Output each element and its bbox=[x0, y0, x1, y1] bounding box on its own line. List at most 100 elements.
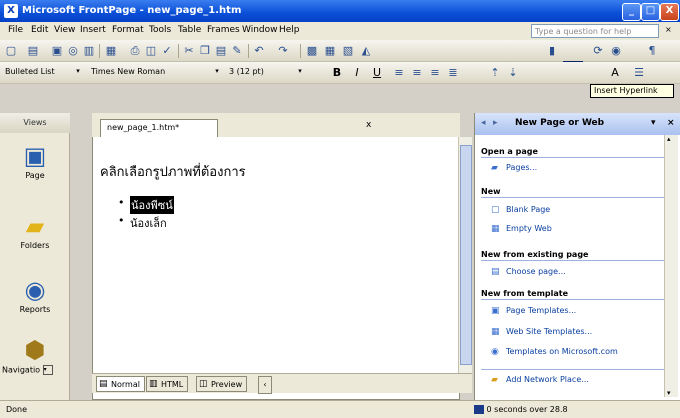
open-icon[interactable]: ▤ bbox=[26, 44, 40, 58]
refresh-icon[interactable]: ⟳ bbox=[591, 44, 605, 58]
undo-icon[interactable]: ↶ bbox=[252, 44, 266, 58]
toolbar-separator bbox=[248, 44, 249, 58]
increase-font-icon[interactable]: ⇡ bbox=[488, 66, 502, 80]
scroll-up-icon[interactable]: ▴ bbox=[667, 135, 671, 143]
link-templates-microsoft[interactable]: ◉ Templates on Microsoft.com bbox=[491, 347, 618, 357]
link-text[interactable]: Empty Web bbox=[506, 224, 552, 233]
link-page-templates[interactable]: ▣ Page Templates... bbox=[491, 306, 576, 316]
page-editor[interactable] bbox=[92, 113, 460, 400]
print-icon[interactable]: ⎙ bbox=[128, 44, 142, 58]
link-text[interactable]: Page Templates... bbox=[506, 306, 576, 315]
view-folders[interactable]: ▰ Folders bbox=[0, 211, 70, 250]
justify-icon[interactable]: ≣ bbox=[446, 66, 460, 80]
view-reports[interactable]: ◉ Reports bbox=[0, 275, 70, 314]
toolbar-separator bbox=[300, 44, 301, 58]
forward-icon[interactable]: ▸ bbox=[493, 118, 498, 128]
align-left-icon[interactable]: ≡ bbox=[392, 66, 406, 80]
maximize-button[interactable]: □ bbox=[641, 3, 660, 21]
search-icon[interactable]: ◎ bbox=[66, 44, 80, 58]
italic-button[interactable]: I bbox=[350, 66, 364, 80]
size-dropdown[interactable]: 3 (12 pt) ▾ bbox=[226, 65, 306, 80]
tab-preview[interactable]: ◫ Preview bbox=[196, 376, 248, 392]
font-dropdown[interactable]: Times New Roman ▾ bbox=[88, 65, 223, 80]
link-add-network-place[interactable]: ▰ Add Network Place... bbox=[491, 375, 589, 385]
link-text[interactable]: Web Site Templates... bbox=[506, 327, 592, 336]
editor-vertical-scrollbar[interactable] bbox=[458, 137, 472, 373]
underline-button[interactable]: U bbox=[370, 66, 384, 80]
task-pane-scrollbar[interactable]: ▴ ▾ bbox=[664, 135, 678, 397]
app-icon: X bbox=[4, 4, 18, 18]
close-icon[interactable]: × bbox=[667, 118, 675, 128]
format-painter-icon[interactable]: ✎ bbox=[230, 44, 244, 58]
menu-tools[interactable]: Tools bbox=[149, 25, 171, 35]
menu-window[interactable]: Window bbox=[242, 25, 278, 35]
scroll-down-icon[interactable]: ▾ bbox=[667, 389, 671, 397]
tab-label: Preview bbox=[211, 380, 243, 389]
new-page-icon[interactable]: ▢ bbox=[4, 44, 18, 58]
show-all-icon[interactable]: ¶ bbox=[645, 44, 659, 58]
link-empty-web[interactable]: ▦ Empty Web bbox=[491, 224, 552, 234]
back-icon[interactable]: ◂ bbox=[481, 118, 486, 128]
cut-icon[interactable]: ✂ bbox=[182, 44, 196, 58]
insert-table-icon[interactable]: ▦ bbox=[323, 44, 337, 58]
link-text[interactable]: Blank Page bbox=[506, 205, 550, 214]
document-tab[interactable]: new_page_1.htm* bbox=[100, 119, 218, 137]
stop-icon[interactable]: ◉ bbox=[609, 44, 623, 58]
menu-edit[interactable]: Edit bbox=[31, 25, 48, 35]
align-center-icon[interactable]: ≡ bbox=[410, 66, 424, 80]
scroll-thumb[interactable] bbox=[460, 145, 472, 365]
bullet-icon: • bbox=[118, 196, 125, 209]
list-text[interactable]: น้องเล็ก bbox=[130, 214, 167, 232]
link-text[interactable]: Add Network Place... bbox=[506, 375, 589, 384]
menu-file[interactable]: File bbox=[8, 25, 23, 35]
close-document-icon[interactable]: × bbox=[665, 25, 672, 34]
style-dropdown[interactable]: Bulleted List ▾ bbox=[2, 65, 84, 80]
view-navigation[interactable]: ⬢ Navigatio ▾ bbox=[0, 335, 70, 375]
bold-button[interactable]: B bbox=[330, 66, 344, 80]
link-blank-page[interactable]: ▢ Blank Page bbox=[491, 205, 550, 215]
link-pages[interactable]: ▰ Pages... bbox=[491, 163, 537, 173]
menu-format[interactable]: Format bbox=[112, 25, 144, 35]
link-text[interactable]: Templates on Microsoft.com bbox=[506, 347, 618, 356]
hyperlink-tooltip: Insert Hyperlink bbox=[590, 84, 674, 98]
chevron-down-icon[interactable]: ▾ bbox=[42, 365, 53, 375]
link-text[interactable]: Choose page... bbox=[506, 267, 566, 276]
chevron-down-icon[interactable]: ▾ bbox=[651, 118, 656, 128]
link-choose-page[interactable]: ▤ Choose page... bbox=[491, 267, 566, 277]
insert-component-icon[interactable]: ▩ bbox=[305, 44, 319, 58]
view-page[interactable]: ▣ Page bbox=[0, 141, 70, 180]
font-grow-button[interactable]: A bbox=[608, 66, 622, 80]
page-template-icon: ▣ bbox=[491, 306, 500, 316]
folder-list-icon[interactable]: ▮ bbox=[545, 44, 559, 58]
menu-frames[interactable]: Frames bbox=[207, 25, 240, 35]
save-icon[interactable]: ▣ bbox=[50, 44, 64, 58]
redo-icon[interactable]: ↷ bbox=[276, 44, 290, 58]
scroll-left-icon[interactable]: ‹ bbox=[258, 376, 272, 394]
selected-list-text[interactable]: น้องพีซน์ bbox=[130, 196, 174, 214]
close-button[interactable]: X bbox=[660, 3, 679, 21]
menu-table[interactable]: Table bbox=[178, 25, 201, 35]
close-document-button[interactable]: x bbox=[366, 120, 371, 130]
spelling-icon[interactable]: ✓ bbox=[160, 44, 174, 58]
tab-html[interactable]: ▥ HTML bbox=[146, 376, 189, 392]
decrease-font-icon[interactable]: ⇣ bbox=[506, 66, 520, 80]
menu-help[interactable]: Help bbox=[279, 25, 300, 35]
copy-icon[interactable]: ❐ bbox=[198, 44, 212, 58]
tab-normal[interactable]: ▤ Normal bbox=[96, 376, 145, 392]
ask-question-input[interactable]: Type a question for help bbox=[531, 24, 659, 38]
folders-view-icon: ▰ bbox=[25, 212, 45, 240]
align-right-icon[interactable]: ≡ bbox=[428, 66, 442, 80]
drawing-icon[interactable]: ◭ bbox=[359, 44, 373, 58]
link-text[interactable]: Pages... bbox=[506, 163, 537, 172]
link-web-site-templates[interactable]: ▦ Web Site Templates... bbox=[491, 327, 592, 337]
minimize-button[interactable]: _ bbox=[622, 3, 641, 21]
menu-insert[interactable]: Insert bbox=[80, 25, 106, 35]
publish-icon[interactable]: ▥ bbox=[82, 44, 96, 58]
web-component-icon[interactable]: ▦ bbox=[104, 44, 118, 58]
insert-picture-icon[interactable]: ▧ bbox=[341, 44, 355, 58]
paste-icon[interactable]: ▤ bbox=[214, 44, 228, 58]
page-heading[interactable]: คลิกเลือกรูปภาพที่ต้องการ bbox=[100, 161, 246, 182]
menu-view[interactable]: View bbox=[54, 25, 75, 35]
preview-icon[interactable]: ◫ bbox=[144, 44, 158, 58]
numbering-icon[interactable]: ☰ bbox=[632, 66, 646, 80]
